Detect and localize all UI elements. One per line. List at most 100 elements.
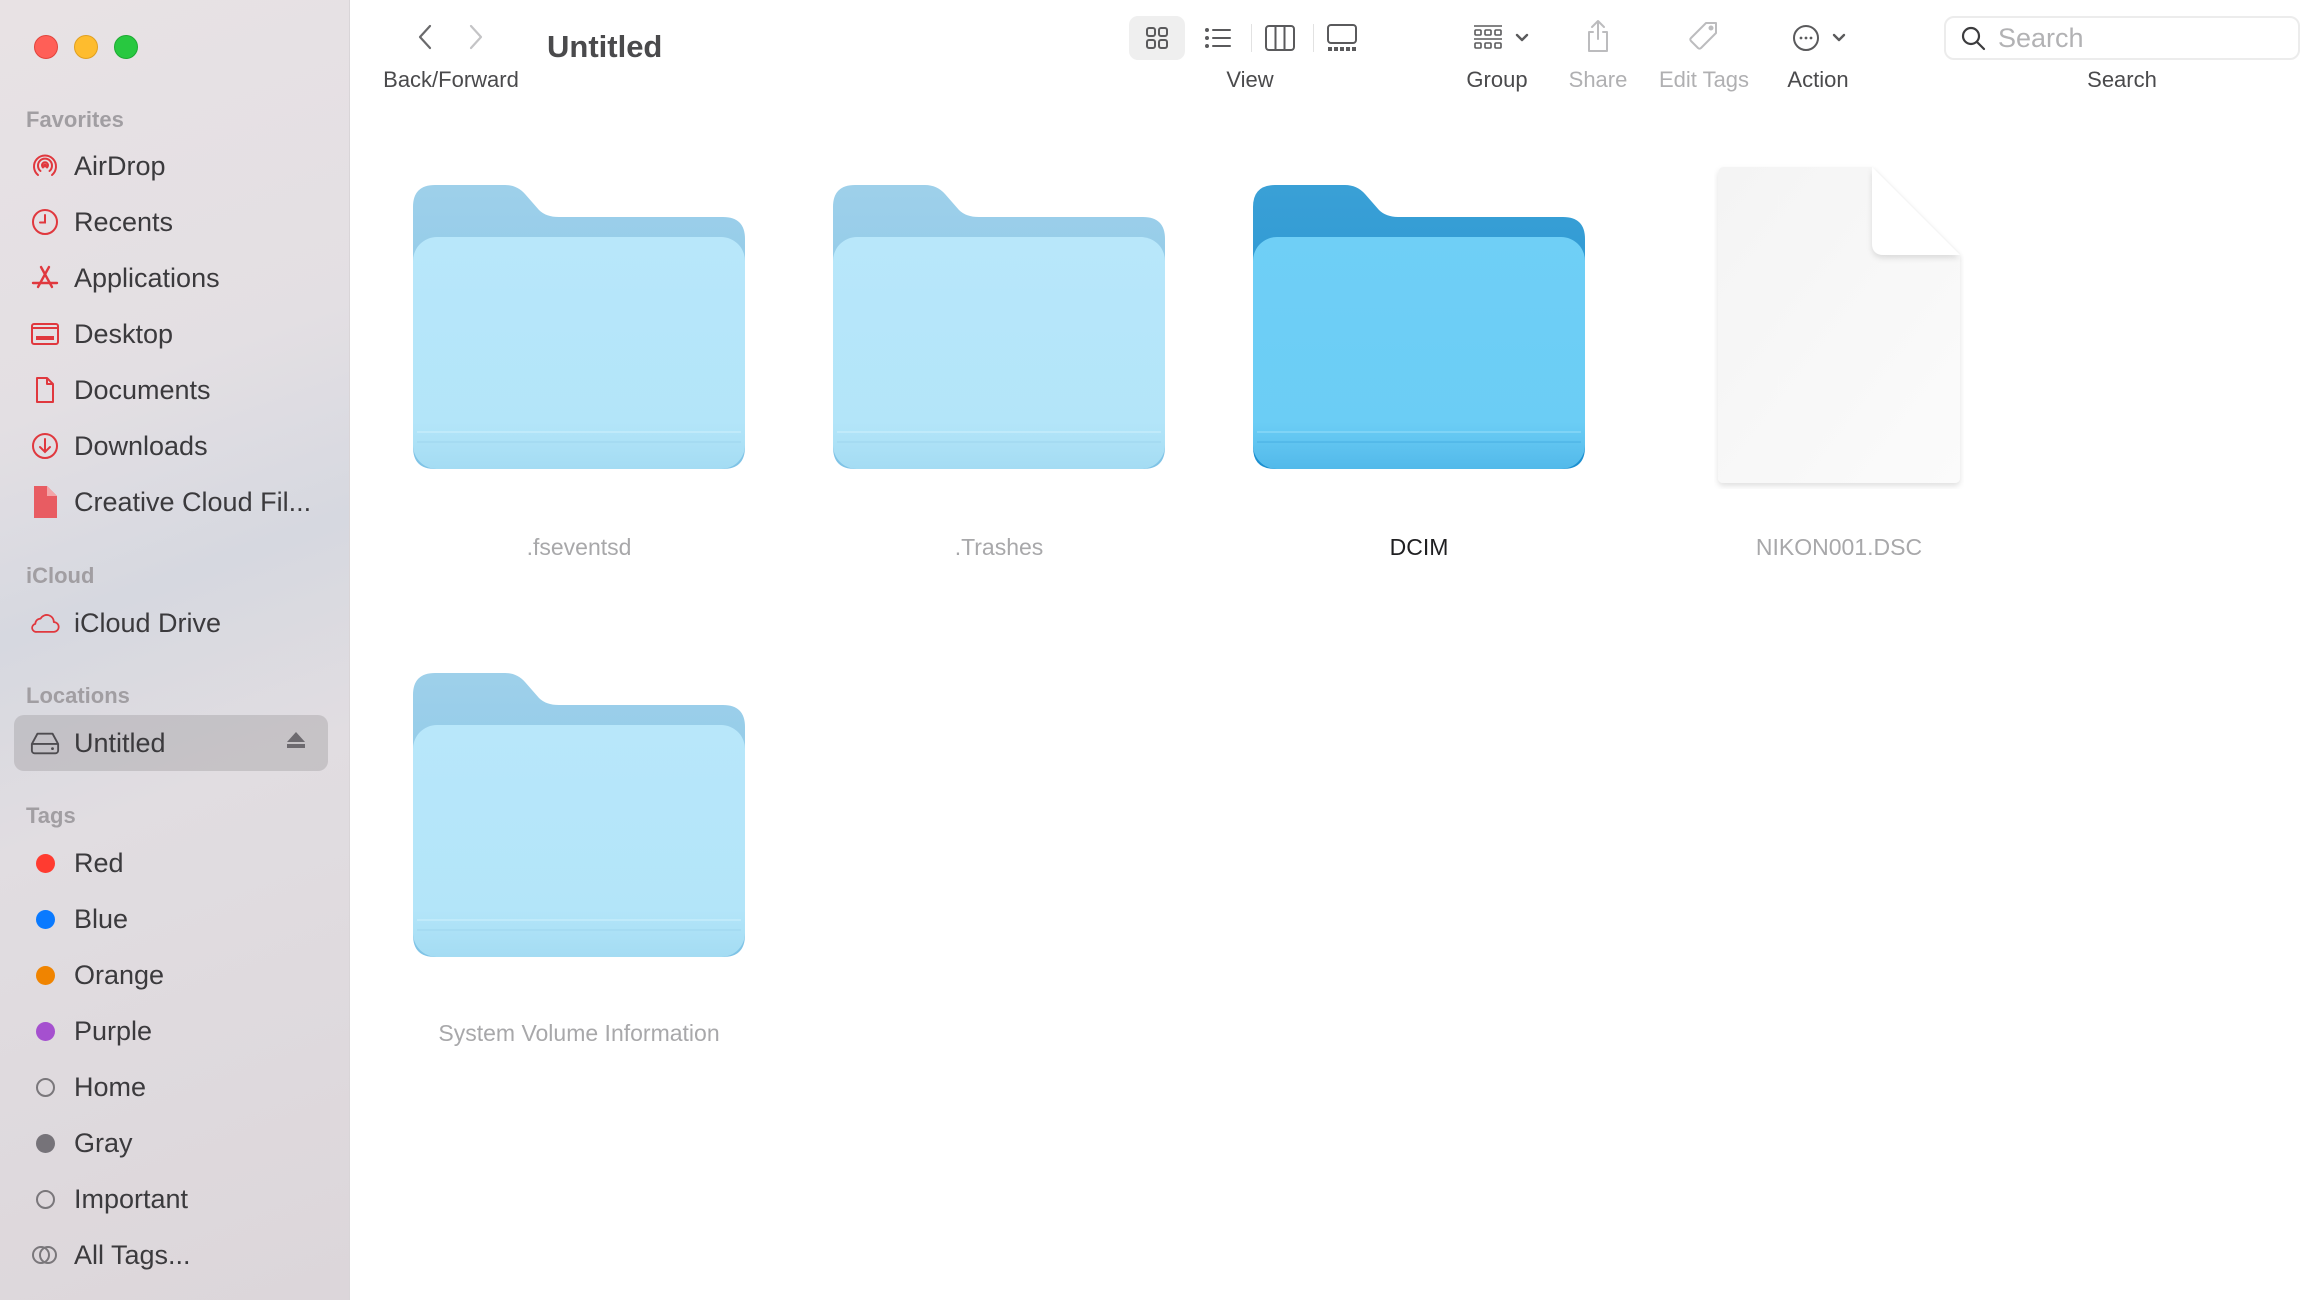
share-button[interactable] — [1580, 16, 1616, 56]
search-icon — [1961, 26, 1986, 51]
drive-icon — [30, 728, 60, 758]
sidebar-item-label: Red — [74, 847, 124, 878]
list-icon — [1205, 28, 1231, 48]
file-name: .fseventsd — [526, 534, 632, 560]
minimize-window-button[interactable] — [74, 35, 98, 59]
search-label: Search — [2087, 67, 2157, 92]
sidebar-tag-blue[interactable]: Blue — [14, 893, 328, 945]
columns-icon — [1265, 25, 1295, 51]
close-window-button[interactable] — [34, 35, 58, 59]
search-input[interactable] — [1996, 21, 2280, 55]
sidebar-item-desktop[interactable]: Desktop — [14, 308, 328, 360]
file-name: NIKON001.DSC — [1755, 534, 1923, 560]
folder-icon — [1253, 185, 1585, 469]
sidebar-tag-gray[interactable]: Gray — [14, 1117, 328, 1169]
more-icon — [1793, 25, 1819, 51]
sidebar-tag-orange[interactable]: Orange — [14, 949, 328, 1001]
tag-important-outline-icon — [30, 1184, 60, 1214]
sidebar-item-downloads[interactable]: Downloads — [14, 420, 328, 472]
tag-orange-dot-icon — [30, 960, 60, 990]
locations-header: Locations — [26, 683, 130, 708]
action-label: Action — [1787, 67, 1849, 92]
view-label: View — [1226, 67, 1274, 92]
view-columns-button[interactable] — [1252, 16, 1308, 60]
sidebar-item-label: Applications — [74, 262, 220, 293]
chevron-left-icon — [418, 24, 432, 50]
sidebar-item-icloud-drive[interactable]: iCloud Drive — [14, 597, 328, 649]
sidebar: Favorites AirDrop Recents Applications D… — [0, 0, 350, 1300]
clock-icon — [30, 207, 60, 237]
file-name: DCIM — [1389, 534, 1449, 560]
file-item-nikon001-dsc[interactable]: NIKON001.DSC — [1629, 160, 2049, 580]
sidebar-item-label: AirDrop — [74, 150, 166, 181]
sidebar-item-label: All Tags... — [74, 1239, 191, 1270]
sidebar-item-label: Blue — [74, 903, 129, 934]
view-gallery-button[interactable] — [1314, 16, 1370, 60]
document-file-icon — [1714, 163, 1964, 489]
sidebar-item-label: iCloud Drive — [74, 607, 222, 638]
sidebar-item-label: Downloads — [74, 430, 208, 461]
download-icon — [30, 431, 60, 461]
zoom-window-button[interactable] — [114, 35, 138, 59]
share-label: Share — [1568, 67, 1628, 92]
tag-icon — [1689, 22, 1717, 50]
sidebar-item-label: Documents — [74, 374, 211, 405]
sidebar-item-airdrop[interactable]: AirDrop — [14, 140, 328, 192]
gallery-icon — [1327, 24, 1357, 51]
sidebar-item-label: Important — [74, 1183, 189, 1214]
back-button[interactable] — [410, 20, 440, 54]
group-label: Group — [1466, 67, 1528, 92]
tags-header: Tags — [26, 803, 76, 828]
airdrop-icon — [30, 151, 60, 181]
sidebar-tag-important[interactable]: Important — [14, 1173, 328, 1225]
file-item-fseventsd[interactable]: .fseventsd — [369, 180, 789, 580]
folder-icon — [833, 185, 1165, 469]
sidebar-item-untitled-drive[interactable]: Untitled — [14, 715, 328, 771]
search-field[interactable] — [1944, 16, 2300, 60]
sidebar-item-label: Purple — [74, 1015, 153, 1046]
file-item-trashes[interactable]: .Trashes — [789, 180, 1209, 580]
sidebar-tag-red[interactable]: Red — [14, 837, 328, 889]
tag-purple-dot-icon — [30, 1016, 60, 1046]
view-icons-button[interactable] — [1129, 16, 1185, 60]
chevron-right-icon — [469, 24, 483, 50]
creative-cloud-file-icon — [30, 486, 60, 518]
edit-tags-label: Edit Tags — [1658, 67, 1750, 92]
group-icon — [1474, 25, 1502, 49]
eject-icon[interactable] — [286, 730, 306, 750]
favorites-header: Favorites — [26, 107, 124, 132]
forward-button[interactable] — [461, 20, 491, 54]
sidebar-tag-home[interactable]: Home — [14, 1061, 328, 1113]
file-item-dcim[interactable]: DCIM — [1209, 180, 1629, 580]
action-button[interactable] — [1786, 18, 1852, 58]
cloud-icon — [30, 608, 60, 638]
file-name: .Trashes — [954, 534, 1044, 560]
sidebar-item-applications[interactable]: Applications — [14, 252, 328, 304]
document-icon — [30, 375, 60, 405]
sidebar-item-label: Creative Cloud Fil... — [74, 486, 312, 517]
window-title: Untitled — [547, 29, 663, 64]
sidebar-item-recents[interactable]: Recents — [14, 196, 328, 248]
sidebar-item-creative-cloud-files[interactable]: Creative Cloud Fil... — [14, 476, 328, 528]
sidebar-item-documents[interactable]: Documents — [14, 364, 328, 416]
tag-red-dot-icon — [30, 848, 60, 878]
sidebar-item-label: Recents — [74, 206, 174, 237]
icon-grid-icon — [1146, 27, 1168, 49]
sidebar-tag-purple[interactable]: Purple — [14, 1005, 328, 1057]
tag-gray-dot-icon — [30, 1128, 60, 1158]
desktop-icon — [30, 319, 60, 349]
tag-home-outline-icon — [30, 1072, 60, 1102]
sidebar-item-label: Gray — [74, 1127, 133, 1158]
sidebar-item-label: Orange — [74, 959, 165, 990]
chevron-down-icon — [1515, 33, 1529, 42]
sidebar-all-tags[interactable]: All Tags... — [14, 1229, 328, 1281]
share-icon — [1588, 20, 1608, 52]
file-item-system-volume-information[interactable]: System Volume Information — [369, 668, 789, 1068]
tag-blue-dot-icon — [30, 904, 60, 934]
view-list-button[interactable] — [1190, 16, 1246, 60]
group-button[interactable] — [1466, 18, 1536, 58]
edit-tags-button[interactable] — [1684, 16, 1724, 56]
applications-icon — [30, 263, 60, 293]
icloud-header: iCloud — [26, 563, 95, 588]
folder-icon — [413, 673, 745, 957]
